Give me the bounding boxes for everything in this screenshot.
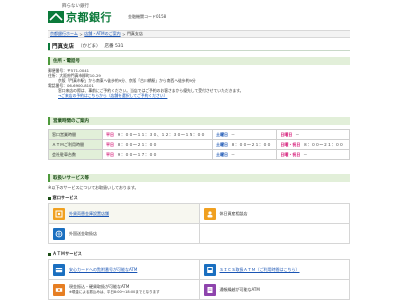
hours-label: ＡＴＭご利用時間 bbox=[48, 139, 103, 150]
weekday-time: ８：００～２１：００ bbox=[117, 141, 157, 147]
weekday-label: 平日 bbox=[106, 131, 114, 137]
page-title: 門真支店 （かどま） 店番 531 bbox=[48, 42, 350, 51]
holiday-label: 日曜日 bbox=[280, 131, 293, 137]
breadcrumb-current: 門真支店 bbox=[126, 31, 143, 36]
holiday-time: － bbox=[295, 131, 300, 137]
service-item[interactable]: 外貨両替金庫設置店舗 bbox=[49, 204, 200, 224]
service-item[interactable]: ＳＩＣＳ取扱ＡＴＭ（ご利用時間はこちら） bbox=[199, 260, 350, 280]
hours-holiday: 日曜・祝日 ８：００～２１：００ bbox=[276, 139, 350, 150]
saturday-label: 土曜日 bbox=[216, 141, 228, 147]
holiday-label: 日曜・祝日 bbox=[280, 141, 301, 147]
weekday-label: 平日 bbox=[106, 151, 114, 157]
bank-logo[interactable]: 飾らない銀行 京都銀行 金融機関コード0158 bbox=[48, 3, 178, 27]
bullet-square-icon bbox=[48, 196, 51, 200]
breadcrumb: 京都銀行ホーム > 店舗・ATMのご案内 > 門真支店 bbox=[48, 30, 350, 38]
saturday-label: 土曜日 bbox=[216, 151, 228, 157]
holiday-time: ８：００～２１：００ bbox=[303, 141, 344, 147]
branch-kana: （かどま） bbox=[78, 44, 101, 49]
hours-holiday: 日曜・祝日－ bbox=[276, 149, 350, 160]
breadcrumb-home[interactable]: 京都銀行ホーム bbox=[50, 31, 78, 37]
service-item[interactable]: 安心カードへの覧附番号が可能なATM bbox=[49, 260, 200, 280]
service-item: 外国送金取扱店 bbox=[49, 224, 200, 244]
section-address-header: 住所・電話号 bbox=[48, 57, 350, 65]
section-services-header: 取扱いサービス等 bbox=[48, 174, 350, 182]
service-item-empty bbox=[199, 224, 350, 244]
service-note: ※現金による振込みは、平日8:00～18:00までとなります bbox=[69, 290, 160, 295]
hours-table: 窓口営業時間 平日 ９：００～１１：３０、１２：３０～１５：００ 土曜日－ 日曜日… bbox=[48, 129, 350, 160]
service-label: 通帳繰越が可能なATM bbox=[219, 286, 260, 292]
section-hours-header: 営業時間のご案内 bbox=[48, 117, 350, 125]
hours-label: 会社駐車台数 bbox=[48, 149, 103, 160]
weekday-time: ９：００～１７：００ bbox=[117, 151, 157, 157]
weekday-time: ９：００～１１：３０、１２：３０～１５：００ bbox=[117, 131, 205, 137]
bank-code: 金融機関コード0158 bbox=[128, 14, 167, 19]
service-label[interactable]: ＳＩＣＳ取扱ＡＴＭ（ご利用時間はこちら） bbox=[220, 267, 300, 273]
hours-row-atm: ＡＴＭご利用時間 平日 ８：００～２１：００ 土曜日 ８：００～２１：００ 日曜・祝… bbox=[48, 139, 350, 150]
window-services-label: 窓口サービス bbox=[52, 195, 78, 200]
service-label[interactable]: 安心カードへの覧附番号が可能なATM bbox=[69, 267, 137, 273]
service-label: 休日資産相談店 bbox=[219, 210, 248, 216]
site-header: 飾らない銀行 京都銀行 金融機関コード0158 bbox=[0, 0, 400, 29]
atm-services-label: ＡＴＭサービス bbox=[52, 251, 82, 256]
breadcrumb-separator: > bbox=[122, 31, 126, 37]
hours-weekday: 平日 ９：００～１７：００ bbox=[102, 149, 213, 160]
weekday-label: 平日 bbox=[106, 141, 114, 147]
card-security-icon bbox=[53, 263, 65, 276]
consult-icon bbox=[203, 207, 216, 220]
hours-saturday: 土曜日 ８：００～２１：００ bbox=[211, 139, 278, 150]
branch-name: 門真支店 bbox=[52, 44, 75, 50]
service-label[interactable]: 外貨両替金庫設置店舗 bbox=[69, 211, 109, 217]
hours-saturday: 土曜日－ bbox=[211, 129, 278, 140]
window-services-grid: 外貨両替金庫設置店舗 休日資産相談店 外国送金取扱店 bbox=[48, 203, 350, 244]
reserve-link[interactable]: →ご来店の予約はこちらから（店舗を選択してご予約ください） bbox=[48, 93, 350, 98]
currency-safe-icon bbox=[53, 207, 65, 220]
breadcrumb-store-atm[interactable]: 店舗・ATMのご案内 bbox=[84, 31, 120, 37]
holiday-time: － bbox=[303, 151, 308, 157]
service-item: 現金振込・硬貨取扱が可能なATM ※現金による振込みは、平日8:00～18:00… bbox=[49, 280, 200, 300]
foreign-remit-icon bbox=[53, 227, 65, 240]
saturday-time: － bbox=[231, 151, 235, 157]
services-intro: ※以下のサービスについてお取扱いしております。 bbox=[48, 185, 139, 190]
section-services-title: 取扱いサービス等 bbox=[53, 176, 89, 181]
saturday-time: ８：００～２１：００ bbox=[231, 141, 271, 147]
hours-holiday: 日曜日－ bbox=[276, 129, 350, 140]
bank-emblem-icon bbox=[48, 11, 64, 23]
service-label: 外国送金取扱店 bbox=[69, 230, 97, 236]
address-block: 郵便番号：〒571-0041 住所：大阪府門真市柳町10-29 京阪「門真市駅」… bbox=[48, 68, 350, 98]
saturday-time: － bbox=[231, 131, 235, 137]
hours-saturday: 土曜日－ bbox=[211, 149, 278, 160]
hours-weekday: 平日 ９：００～１１：３０、１２：３０～１５：００ bbox=[102, 129, 213, 140]
holiday-label: 日曜・祝日 bbox=[280, 151, 301, 157]
atm-services-heading: ＡＴＭサービス bbox=[48, 251, 82, 257]
cash-deposit-icon bbox=[53, 283, 65, 296]
service-item: 休日資産相談店 bbox=[199, 204, 350, 224]
hours-row-counter: 窓口営業時間 平日 ９：００～１１：３０、１２：３０～１５：００ 土曜日－ 日曜日… bbox=[48, 129, 350, 140]
logo-text: 京都銀行 bbox=[66, 11, 112, 24]
saturday-label: 土曜日 bbox=[216, 131, 228, 137]
window-services-heading: 窓口サービス bbox=[48, 195, 78, 201]
branch-code: 店番 531 bbox=[104, 44, 124, 49]
atm-network-icon bbox=[203, 263, 216, 276]
breadcrumb-separator: > bbox=[79, 31, 83, 37]
hours-label: 窓口営業時間 bbox=[48, 129, 103, 140]
passbook-icon bbox=[203, 283, 216, 296]
hours-weekday: 平日 ８：００～２１：００ bbox=[102, 139, 213, 150]
title-marker bbox=[48, 42, 50, 50]
atm-services-grid: 安心カードへの覧附番号が可能なATM ＳＩＣＳ取扱ＡＴＭ（ご利用時間はこちら） … bbox=[48, 259, 350, 300]
hours-row-parking: 会社駐車台数 平日 ９：００～１７：００ 土曜日－ 日曜・祝日－ bbox=[48, 149, 350, 160]
section-hours-title: 営業時間のご案内 bbox=[53, 119, 89, 124]
service-item: 通帳繰越が可能なATM bbox=[199, 280, 350, 300]
section-address-title: 住所・電話号 bbox=[53, 59, 80, 64]
bullet-square-icon bbox=[48, 252, 51, 256]
